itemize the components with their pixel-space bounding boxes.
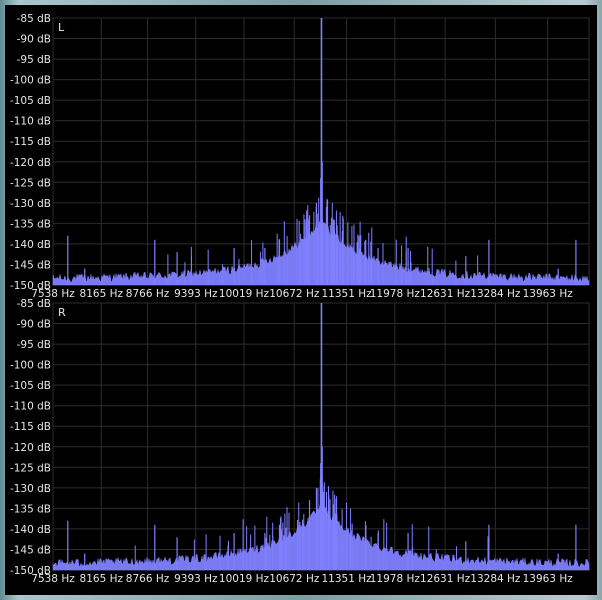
y-tick-label: -125 dB [10,462,51,474]
x-tick-label: 9393 Hz [174,288,218,300]
x-tick-label: 12631 Hz [420,288,471,300]
y-tick-label: -95 dB [17,339,51,351]
window-frame: -85 dB -90 dB -95 dB -100 dB -105 dB -110 dB -… [0,0,602,600]
y-tick-label: -135 dB [10,218,51,230]
y-tick-label: -145 dB [10,259,51,271]
x-tick-label: 8766 Hz [126,573,170,585]
y-tick-label: -130 dB [10,483,51,495]
x-tick-label: 11978 Hz [370,573,421,585]
y-tick-label: -120 dB [10,157,51,169]
y-tick-label: -110 dB [10,116,51,128]
x-tick-label: 11351 Hz [321,573,372,585]
x-tick-label: 8766 Hz [126,288,170,300]
channel-label: R [58,306,66,319]
y-tick-label: -140 dB [10,239,51,251]
y-tick-label: -85 dB [17,13,51,25]
y-tick-label: -100 dB [10,360,51,372]
y-tick-label: -105 dB [10,380,51,392]
y-tick-label: -90 dB [17,34,51,46]
y-tick-label: -135 dB [10,503,51,515]
x-tick-label: 9393 Hz [174,573,218,585]
channel-label: L [58,21,65,34]
y-tick-label: -115 dB [10,136,51,148]
y-tick-label: -105 dB [10,95,51,107]
x-tick-label: 12631 Hz [420,573,471,585]
x-tick-label: 10672 Hz [269,288,320,300]
x-tick-label: 13963 Hz [523,288,574,300]
y-tick-label: -125 dB [10,177,51,189]
y-tick-label: -130 dB [10,198,51,210]
y-tick-label: -110 dB [10,401,51,413]
x-tick-label: 8165 Hz [80,288,124,300]
y-tick-label: -100 dB [10,75,51,87]
y-tick-label: -145 dB [10,544,51,556]
x-tick-label: 11978 Hz [370,288,421,300]
x-tick-label: 7538 Hz [31,573,75,585]
y-tick-label: -90 dB [17,319,51,331]
x-tick-label: 10672 Hz [269,573,320,585]
x-tick-label: 11351 Hz [321,288,372,300]
x-tick-label: 8165 Hz [80,573,124,585]
x-tick-label: 13963 Hz [523,573,574,585]
x-tick-label: 13284 Hz [470,573,521,585]
spectrum-chart: -85 dB -90 dB -95 dB -100 dB -105 dB -110 dB -… [10,13,590,585]
y-tick-label: -85 dB [17,298,51,310]
x-tick-label: 10019 Hz [219,573,270,585]
y-tick-label: -140 dB [10,524,51,536]
spectrum-plot-r: -85 dB -90 dB -95 dB -100 dB -105 dB -110 dB -… [10,298,590,585]
spectrum-panel: -85 dB -90 dB -95 dB -100 dB -105 dB -110 dB -… [5,5,597,595]
y-tick-label: -120 dB [10,442,51,454]
y-tick-label: -115 dB [10,421,51,433]
y-tick-label: -95 dB [17,54,51,66]
x-tick-label: 10019 Hz [219,288,270,300]
spectrum-plot-l: -85 dB -90 dB -95 dB -100 dB -105 dB -110 dB -… [10,13,590,300]
x-tick-label: 13284 Hz [470,288,521,300]
